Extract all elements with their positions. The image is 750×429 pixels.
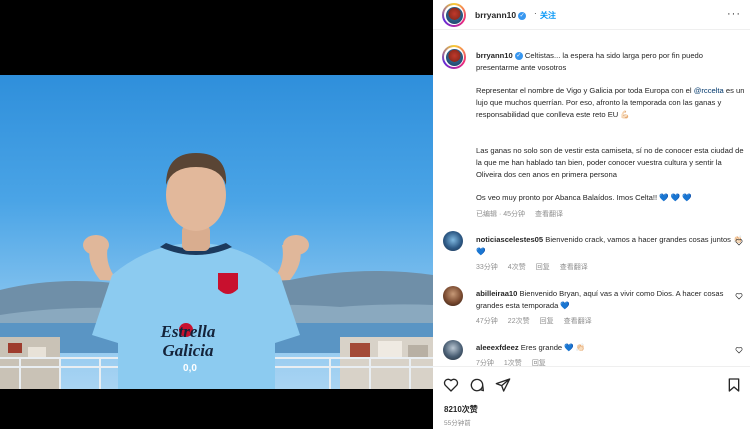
- action-bar: [433, 366, 750, 402]
- caption-meta: 已编辑 · 45分钟 查看翻译: [476, 209, 573, 219]
- comment-body: noticiascelestes05 Bienvenido crack, vam…: [476, 234, 746, 258]
- verified-icon: ✓: [514, 52, 523, 60]
- comment-time: 33分钟: [476, 264, 498, 271]
- comment-username[interactable]: aleeexfdeez: [476, 343, 519, 352]
- post-header: brryann10 ✓ · 关注 ···: [433, 0, 750, 30]
- comment-meta: 47分钟 22次赞 回复 查看翻译: [476, 316, 602, 326]
- comment-username[interactable]: noticiascelestes05: [476, 235, 543, 244]
- town-left: [0, 337, 60, 389]
- comment-time: 47分钟: [476, 318, 498, 325]
- comment-likes[interactable]: 22次赞: [508, 318, 530, 325]
- caption-paragraph-3: Las ganas no solo son de vestir esta cam…: [476, 146, 744, 179]
- left-hand: [83, 235, 109, 255]
- caption-text-2a: Representar el nombre de Vigo y Galicia …: [476, 86, 694, 95]
- photo-illustration: Estrella Galicia 0,0: [0, 153, 433, 389]
- more-icon[interactable]: ···: [727, 8, 741, 20]
- comment-translate[interactable]: 查看翻译: [560, 264, 588, 271]
- verified-icon: ✓: [518, 11, 527, 20]
- comment-heart-icon[interactable]: [735, 346, 743, 354]
- town-right: [340, 337, 433, 389]
- comment-reply[interactable]: 回复: [536, 264, 550, 271]
- post-time: 55分钟前: [444, 420, 471, 427]
- comment-reply[interactable]: 回复: [540, 318, 554, 325]
- comment-text: Eres grande 💙 👏🏻: [520, 343, 586, 352]
- comment-heart-icon[interactable]: [735, 292, 743, 300]
- caption-edited-time: 已编辑 · 45分钟: [476, 211, 526, 218]
- instagram-post-view: Estrella Galicia 0,0 brryann10 ✓ · 关注 ···…: [0, 0, 750, 429]
- bookmark-icon[interactable]: [726, 377, 742, 393]
- mention-link[interactable]: @rccelta: [694, 86, 724, 95]
- author-username[interactable]: brryann10 ✓: [475, 10, 527, 20]
- caption-avatar[interactable]: [442, 45, 466, 69]
- caption-username[interactable]: brryann10: [476, 51, 513, 60]
- comment-username[interactable]: abilleiraa10: [476, 289, 517, 298]
- comment-meta: 33分钟 4次赞 回复 查看翻译: [476, 262, 598, 272]
- comment-avatar[interactable]: [443, 286, 463, 306]
- media-pane: Estrella Galicia 0,0: [0, 0, 433, 429]
- caption-paragraph-2: Representar el nombre de Vigo y Galicia …: [476, 85, 746, 121]
- separator-dot: ·: [534, 9, 537, 18]
- heart-icon[interactable]: [443, 377, 459, 393]
- comment-heart-icon[interactable]: [735, 238, 743, 246]
- comment-avatar[interactable]: [443, 340, 463, 360]
- share-icon[interactable]: [495, 377, 511, 393]
- comment-avatar[interactable]: [443, 231, 463, 251]
- comment-body: abilleiraa10 Bienvenido Bryan, aquí vas …: [476, 288, 746, 312]
- post-side-panel: brryann10 ✓ · 关注 ··· brryann10 ✓ Celtistas…: [433, 0, 750, 429]
- sponsor-text-2: Galicia: [163, 341, 214, 360]
- sponsor-text-1: Estrella: [160, 322, 216, 341]
- caption-paragraph-4: Os veo muy pronto por Abanca Balaídos. I…: [476, 193, 692, 202]
- club-crest: [218, 273, 238, 294]
- right-hand: [283, 235, 309, 255]
- follow-button[interactable]: 关注: [540, 10, 556, 21]
- like-count[interactable]: 8210次赞: [444, 404, 478, 415]
- sponsor-text-3: 0,0: [183, 363, 197, 374]
- caption-line-1: brryann10 ✓ Celtistas... la espera ha sid…: [476, 50, 746, 74]
- comment-icon[interactable]: [469, 377, 485, 393]
- author-avatar[interactable]: [442, 3, 466, 27]
- comment-translate[interactable]: 查看翻译: [564, 318, 592, 325]
- author-username-text[interactable]: brryann10: [475, 10, 516, 20]
- post-photo[interactable]: Estrella Galicia 0,0: [0, 75, 433, 389]
- comment-likes[interactable]: 4次赞: [508, 264, 526, 271]
- comment-body: aleeexfdeez Eres grande 💙 👏🏻: [476, 342, 746, 354]
- caption-translate-link[interactable]: 查看翻译: [535, 211, 563, 218]
